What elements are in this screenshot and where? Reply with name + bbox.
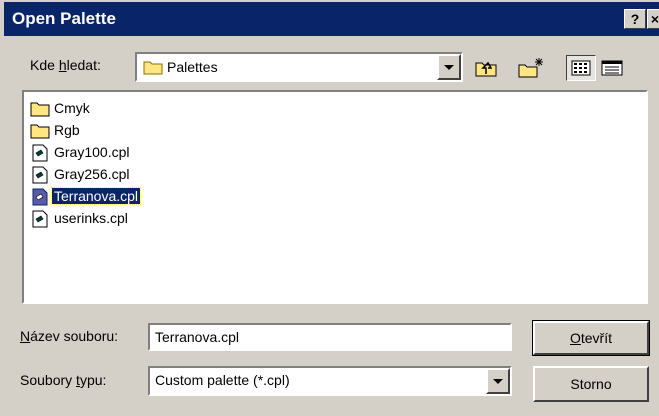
new-folder-button[interactable] <box>515 55 545 81</box>
look-in-value: Palettes <box>167 59 218 75</box>
open-button-key: O <box>569 330 581 346</box>
file-name-value: Terranova.cpl <box>155 329 240 345</box>
look-in-combobox[interactable]: Palettes <box>135 52 463 82</box>
file-name-label-post: ázev souboru: <box>30 328 119 344</box>
look-in-label: Kde hledat: <box>30 57 101 73</box>
folder-icon <box>30 124 50 139</box>
window-title: Open Palette <box>12 9 116 28</box>
help-button[interactable]: ? <box>624 9 646 29</box>
palette-file-icon <box>32 166 48 184</box>
palette-file-icon <box>32 210 48 228</box>
cancel-button[interactable]: Storno <box>533 366 649 402</box>
file-type-value: Custom palette (*.cpl) <box>155 372 290 388</box>
file-name-input[interactable]: Terranova.cpl <box>148 323 512 351</box>
palette-file-icon <box>32 144 48 162</box>
file-name: Gray100.cpl <box>54 144 130 160</box>
file-type-label: Soubory typu: <box>20 372 106 388</box>
palette-file-icon <box>32 188 48 206</box>
look-in-label-key: h <box>58 57 67 73</box>
file-name: Cmyk <box>54 100 90 116</box>
file-name-label: Název souboru: <box>20 328 118 344</box>
new-folder-icon <box>518 58 543 78</box>
look-in-label-post: ledat: <box>66 57 101 73</box>
file-name: userinks.cpl <box>54 210 128 226</box>
folder-icon <box>30 102 50 117</box>
list-view-icon <box>571 60 591 76</box>
file-type-dropdown-button[interactable] <box>486 368 510 394</box>
file-type-label-post: ypu: <box>79 372 107 388</box>
file-name: Rgb <box>54 122 80 138</box>
up-one-level-button[interactable] <box>471 55 501 81</box>
file-list[interactable]: Cmyk Rgb Gray100.cpl Gray256.cpl Terrano… <box>22 90 648 304</box>
up-one-level-icon <box>475 61 497 77</box>
file-type-label-pre: Soubory <box>20 372 77 388</box>
close-button[interactable]: × <box>647 9 659 29</box>
file-name: Terranova.cpl <box>50 187 142 205</box>
details-view-button[interactable] <box>597 55 627 81</box>
open-button[interactable]: Otevřít <box>532 320 650 356</box>
details-view-icon <box>601 60 623 76</box>
file-name-label-key: N <box>20 328 31 344</box>
title-bar[interactable]: Open Palette ? × <box>4 2 659 36</box>
open-button-label: tevřít <box>580 330 612 346</box>
folder-icon <box>143 61 163 75</box>
file-type-select[interactable]: Custom palette (*.cpl) <box>148 366 512 396</box>
file-name: Gray256.cpl <box>54 166 130 182</box>
list-view-button[interactable] <box>566 55 596 81</box>
look-in-label-pre: Kde <box>30 57 59 73</box>
open-palette-dialog: Open Palette ? × Kde hledat: Palettes Cm… <box>0 0 659 416</box>
look-in-dropdown-button[interactable] <box>437 54 461 80</box>
